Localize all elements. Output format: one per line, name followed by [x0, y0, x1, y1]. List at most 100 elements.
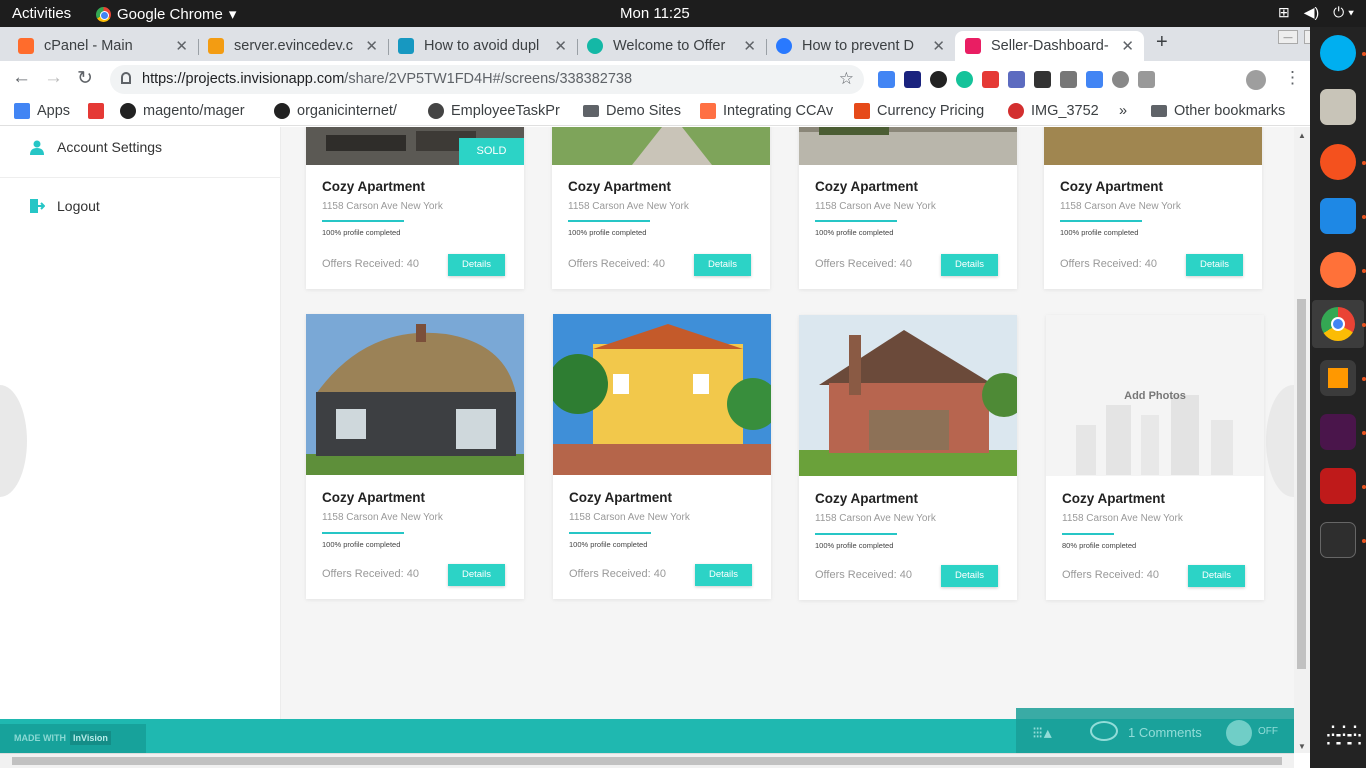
bookmark-magento[interactable]: magento/mager: [120, 103, 245, 119]
extension-icon[interactable]: [1138, 71, 1155, 88]
close-icon[interactable]: ✕: [365, 37, 378, 55]
skype-icon[interactable]: [1320, 35, 1356, 71]
extension-icon[interactable]: [1112, 71, 1129, 88]
comments-count[interactable]: 1 Comments: [1128, 725, 1202, 740]
listing-card[interactable]: Cozy Apartment 1158 Carson Ave New York …: [799, 127, 1017, 289]
terminal-icon[interactable]: [1320, 522, 1356, 558]
slack-icon[interactable]: [1320, 414, 1356, 450]
bookmark-apps[interactable]: Apps: [14, 103, 70, 119]
close-icon[interactable]: ✕: [743, 37, 756, 55]
listing-photo: SOLD: [306, 127, 524, 165]
filezilla-icon[interactable]: [1320, 468, 1356, 504]
details-button[interactable]: Details: [1186, 254, 1243, 276]
comments-toggle[interactable]: [1226, 720, 1252, 746]
extension-icon[interactable]: [982, 71, 999, 88]
comment-bubble-icon: [1090, 721, 1118, 741]
vscode-icon[interactable]: [1320, 198, 1356, 234]
close-icon[interactable]: ✕: [554, 37, 567, 55]
forward-button[interactable]: →: [44, 67, 63, 89]
grid-menu-icon[interactable]: ⁝⁝⁝ ▴: [1032, 723, 1052, 743]
bookmark-ccav[interactable]: Integrating CCAv: [700, 103, 833, 119]
listing-title: Cozy Apartment: [1060, 179, 1164, 194]
listing-card[interactable]: Cozy Apartment 1158 Carson Ave New York …: [1044, 127, 1262, 289]
scroll-up-arrow[interactable]: ▲: [1298, 131, 1306, 140]
scrollbar-thumb[interactable]: [12, 757, 1282, 765]
profile-avatar[interactable]: [1246, 70, 1266, 90]
sidebar-item-logout[interactable]: Logout: [29, 198, 100, 214]
listing-card[interactable]: SOLD Cozy Apartment 1158 Carson Ave New …: [306, 127, 524, 289]
bookmark-img[interactable]: IMG_3752: [1008, 103, 1099, 119]
extension-icon[interactable]: [1008, 71, 1025, 88]
made-with-invision-badge[interactable]: MADE WITH InVision: [0, 724, 146, 753]
listing-card[interactable]: Cozy Apartment 1158 Carson Ave New York …: [799, 315, 1017, 600]
scrollbar-thumb[interactable]: [1297, 299, 1306, 669]
details-button[interactable]: Details: [941, 565, 998, 587]
activities-button[interactable]: Activities: [12, 5, 71, 22]
firefox-icon[interactable]: [1320, 252, 1356, 288]
tab-welcome[interactable]: Welcome to Offer ✕: [577, 31, 766, 61]
vertical-scrollbar[interactable]: ▲ ▼: [1294, 127, 1310, 753]
listing-photo: [306, 314, 524, 475]
listing-card[interactable]: Cozy Apartment 1158 Carson Ave New York …: [306, 314, 524, 599]
tab-server[interactable]: server.evincedev.c ✕: [198, 31, 388, 61]
reload-button[interactable]: ↻: [77, 67, 93, 90]
lock-icon: [121, 72, 131, 84]
bookmark-magento-icon[interactable]: [88, 103, 104, 119]
new-tab-button[interactable]: +: [1156, 31, 1168, 54]
tab-cpanel[interactable]: cPanel - Main ✕: [8, 31, 198, 61]
extension-icon[interactable]: [1034, 71, 1051, 88]
details-button[interactable]: Details: [1188, 565, 1245, 587]
tab-prevent[interactable]: How to prevent D ✕: [766, 31, 955, 61]
power-icon: ⏻ ▾: [1333, 4, 1354, 20]
carousel-next[interactable]: [1266, 385, 1294, 497]
app-menu[interactable]: Google Chrome ▾: [96, 5, 236, 23]
camera-icon[interactable]: [1060, 71, 1077, 88]
scroll-down-arrow[interactable]: ▼: [1298, 742, 1306, 751]
show-applications-icon[interactable]: ∴∴∴ ∴∴∴: [1326, 721, 1362, 751]
postman-icon[interactable]: [1320, 144, 1356, 180]
details-button[interactable]: Details: [448, 564, 505, 586]
address-bar[interactable]: https://projects.invisionapp.com/share/2…: [110, 65, 864, 94]
clock[interactable]: Mon 11:25: [620, 5, 690, 22]
bookmark-organic[interactable]: organicinternet/: [274, 103, 397, 119]
system-tray[interactable]: ⊞ ◀) ⏻ ▾: [1278, 4, 1354, 21]
bookmark-demo-sites[interactable]: Demo Sites: [583, 103, 681, 119]
extension-icon[interactable]: [930, 71, 947, 88]
menu-icon[interactable]: ⋮: [1284, 68, 1301, 88]
listing-title: Cozy Apartment: [815, 491, 919, 506]
bookmark-star-icon[interactable]: ☆: [839, 69, 854, 89]
bookmarks-overflow[interactable]: »: [1119, 103, 1127, 119]
listing-card[interactable]: Cozy Apartment 1158 Carson Ave New York …: [553, 314, 771, 599]
bookmark-employee[interactable]: EmployeeTaskPr: [428, 103, 560, 119]
details-button[interactable]: Details: [695, 564, 752, 586]
profile-progress-text: 100% profile completed: [322, 540, 401, 549]
listing-card[interactable]: Add Photos Cozy Apartment 1158 Carson Av…: [1046, 315, 1264, 600]
extension-icon[interactable]: [878, 71, 895, 88]
details-button[interactable]: Details: [941, 254, 998, 276]
translate-icon[interactable]: [1086, 71, 1103, 88]
running-indicator: [1362, 215, 1366, 219]
phpmyadmin-icon: [208, 38, 224, 54]
bookmark-currency[interactable]: Currency Pricing: [854, 103, 984, 119]
files-icon[interactable]: [1320, 89, 1356, 125]
listing-photo-placeholder[interactable]: Add Photos: [1046, 315, 1264, 476]
back-button[interactable]: ←: [12, 67, 31, 89]
listing-card[interactable]: Cozy Apartment 1158 Carson Ave New York …: [552, 127, 770, 289]
sublime-icon[interactable]: [1320, 360, 1356, 396]
tab-avoid-dup[interactable]: How to avoid dupl ✕: [388, 31, 577, 61]
listing-address: 1158 Carson Ave New York: [815, 201, 936, 212]
sidebar: Account Settings Logout: [0, 127, 281, 753]
close-icon[interactable]: ✕: [1121, 37, 1134, 55]
tab-seller-dashboard[interactable]: Seller-Dashboard- ✕: [955, 31, 1144, 61]
details-button[interactable]: Details: [694, 254, 751, 276]
details-button[interactable]: Details: [448, 254, 505, 276]
bookmark-other[interactable]: Other bookmarks: [1151, 103, 1285, 119]
grammarly-icon[interactable]: [956, 71, 973, 88]
horizontal-scrollbar[interactable]: [0, 753, 1294, 768]
sidebar-item-account-settings[interactable]: Account Settings: [29, 139, 162, 155]
close-icon[interactable]: ✕: [932, 37, 945, 55]
chrome-dock-icon[interactable]: [1312, 300, 1364, 348]
minimize-button[interactable]: —: [1278, 30, 1298, 44]
extension-icon[interactable]: [904, 71, 921, 88]
close-icon[interactable]: ✕: [175, 37, 188, 55]
